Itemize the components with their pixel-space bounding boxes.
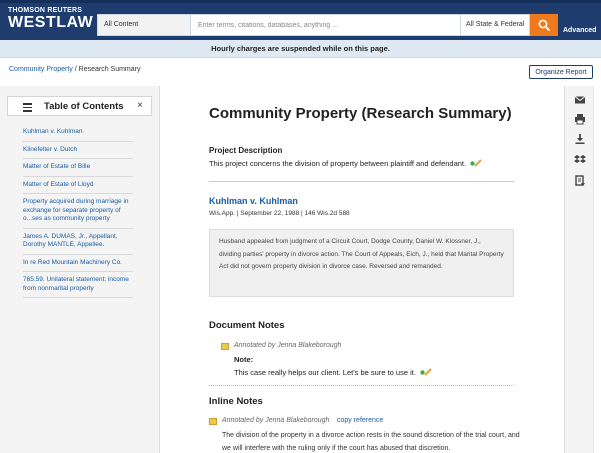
search-bar: All Content All State & Federal [97,14,530,36]
jurisdiction-select[interactable]: All State & Federal [460,15,531,35]
project-description-label: Project Description [209,146,283,155]
email-icon[interactable] [574,94,586,106]
inline-note-text: The division of the property in a divorc… [222,432,520,452]
print-icon[interactable] [574,113,586,125]
organize-report-button[interactable]: Organize Report [529,65,593,79]
divider [209,181,514,182]
toc-item[interactable]: Matter of Estate of Lloyd [23,181,133,194]
toc-item[interactable]: 765.59. Unilateral statement; income fro… [23,276,133,298]
download-icon[interactable] [574,133,586,145]
top-header: THOMSON REUTERS WESTLAW▼ All Content All… [0,0,601,40]
case-citation: Wis.App. | September 22, 1988 | 146 Wis.… [209,210,350,217]
divider [209,385,514,386]
search-input[interactable] [192,15,460,35]
note-label: Note: [234,355,254,364]
breadcrumb-current: Research Summary [78,66,141,73]
toc-item[interactable]: Kuhlman v. Kuhlman [23,128,133,142]
westlaw-logo[interactable]: THOMSON REUTERS WESTLAW▼ [8,7,104,32]
toc-list: Kuhlman v. Kuhlman Klinefelter v. Dutch … [23,128,133,302]
annotation-author: Annotated by Jenna Blakeborough [222,417,330,424]
toc-item[interactable]: Property acquired during marriage in exc… [23,198,133,229]
toc-item[interactable]: Klinefelter v. Dutch [23,146,133,159]
advanced-search-link[interactable]: Advanced [563,27,596,34]
case-title-link[interactable]: Kuhlman v. Kuhlman [209,196,298,206]
copy-reference-link[interactable]: copy reference [337,417,383,424]
report-content: Community Property (Research Summary) Pr… [160,86,564,453]
toc-title: Table of Contents [44,101,124,112]
toc-panel: Table of Contents × Kuhlman v. Kuhlman K… [0,86,160,453]
search-button[interactable] [530,14,558,36]
search-icon [538,19,550,31]
brand-top: THOMSON REUTERS [8,7,83,14]
note-icon [209,418,217,425]
toc-item[interactable]: Matter of Estate of Bille [23,163,133,177]
edit-pencil-icon[interactable] [420,368,432,376]
breadcrumb-link-community-property[interactable]: Community Property [9,66,73,73]
scrollbar[interactable] [593,86,601,453]
kindle-icon[interactable] [574,175,586,187]
brand-main: WESTLAW [8,14,94,31]
inline-notes-heading: Inline Notes [209,396,263,407]
edit-pencil-icon[interactable] [470,159,482,167]
tools-toolbar [564,86,593,453]
project-description-text: This project concerns the division of pr… [209,159,467,168]
project-description: This project concerns the division of pr… [209,159,482,168]
note-icon [221,343,229,350]
page-title: Community Property (Research Summary) [209,105,512,122]
note-body: This case really helps our client. Let's… [234,368,416,377]
toc-header: Table of Contents × [7,96,152,116]
annotation-author: Annotated by Jenna Blakeborough [234,342,342,349]
close-icon[interactable]: × [137,100,143,111]
dropbox-icon[interactable] [574,154,586,166]
note-text: This case really helps our client. Let's… [234,368,432,377]
toc-item[interactable]: James A. DUMAS, Jr., Appellant, Dorothy … [23,233,133,255]
content-type-select[interactable]: All Content [98,15,191,35]
breadcrumb: Community Property / Research Summary [9,66,141,73]
menu-icon[interactable] [23,103,32,114]
case-summary: Husband appealed from judgment of a Circ… [209,229,514,297]
notice-bar: Hourly charges are suspended while on th… [0,40,601,58]
document-notes-heading: Document Notes [209,320,285,331]
toc-item[interactable]: In re Red Mountain Machinery Co. [23,259,133,272]
